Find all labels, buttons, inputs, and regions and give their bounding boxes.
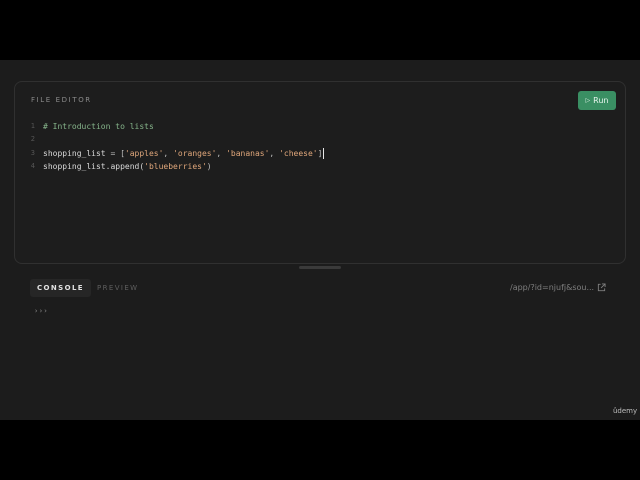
- play-icon: ▷: [585, 97, 591, 104]
- code-string: 'apples': [124, 148, 164, 158]
- code-string: 'blueberries': [144, 161, 207, 171]
- code-punct: ,: [269, 148, 280, 158]
- line-number: 4: [30, 161, 35, 170]
- code-string: 'bananas': [226, 148, 270, 158]
- code-punct: ): [206, 161, 212, 171]
- code-method: .append(: [105, 161, 145, 171]
- code-comment: # Introduction to lists: [43, 122, 154, 131]
- code-string: 'cheese': [279, 148, 318, 158]
- run-button[interactable]: ▷ Run: [578, 91, 616, 110]
- code-punct: ,: [163, 148, 174, 158]
- editor-title: FILE EDITOR: [31, 96, 92, 104]
- console-prompt[interactable]: ›››: [34, 307, 48, 315]
- code-identifier: shopping_list: [43, 148, 106, 158]
- code-punct: ,: [216, 148, 227, 158]
- code-identifier: shopping_list: [43, 161, 106, 171]
- preview-url: /app/?id=njufj&sou...: [510, 283, 595, 292]
- code-line: 2: [15, 133, 625, 146]
- code-punct: = [: [105, 148, 125, 158]
- tab-console[interactable]: CONSOLE: [30, 279, 91, 297]
- code-area[interactable]: 1 # Introduction to lists 2 3 shopping_l…: [15, 120, 625, 173]
- code-line: 1 # Introduction to lists: [15, 120, 625, 133]
- code-line: 4 shopping_list.append('blueberries'): [15, 160, 625, 173]
- code-line: 3 shopping_list = ['apples', 'oranges', …: [15, 147, 625, 160]
- line-number: 2: [30, 135, 35, 144]
- line-number: 1: [30, 122, 35, 130]
- line-number: 3: [30, 148, 35, 157]
- run-label: Run: [593, 96, 609, 105]
- file-editor-panel: FILE EDITOR ▷ Run 1 # Introduction to li…: [14, 81, 626, 264]
- text-cursor: [323, 147, 325, 159]
- tab-preview[interactable]: PREVIEW: [90, 279, 146, 297]
- code-string: 'oranges': [173, 148, 217, 158]
- panel-resize-handle[interactable]: [299, 266, 341, 269]
- udemy-watermark: ûdemy: [613, 407, 638, 415]
- external-link-icon[interactable]: [597, 283, 606, 292]
- code-punct: ]: [317, 148, 323, 158]
